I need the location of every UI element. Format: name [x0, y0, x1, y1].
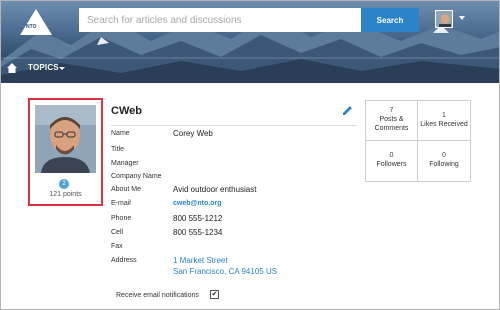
stat-label: Likes Received — [420, 120, 468, 128]
divider — [111, 125, 357, 126]
field-label-phone: Phone — [111, 215, 132, 222]
stat-count: 1 — [442, 111, 446, 119]
stats-grid: 7 Posts & Comments 1 Likes Received 0 Fo… — [365, 100, 471, 182]
address-line-1-link[interactable]: 1 Market Street — [173, 256, 228, 265]
address-line-2-link[interactable]: San Francisco, CA 94105 US — [173, 267, 277, 276]
profile-photo-image — [35, 105, 96, 173]
pencil-icon[interactable] — [342, 106, 352, 116]
field-label-fax: Fax — [111, 243, 123, 250]
nto-logo[interactable] — [19, 8, 53, 36]
field-label-company-name: Company Name — [111, 173, 162, 180]
stat-following[interactable]: 0 Following — [418, 141, 470, 181]
email-notifications-label: Receive email notifications — [116, 292, 199, 299]
logo-text: NTO — [26, 24, 37, 30]
stat-label: Following — [429, 161, 459, 168]
search-input[interactable] — [79, 8, 361, 32]
stat-label: Posts & Comments — [374, 116, 409, 132]
field-label-name: Name — [111, 130, 130, 137]
search-button[interactable]: Search — [361, 8, 419, 32]
user-menu-caret-icon[interactable] — [459, 16, 465, 20]
reputation-badge: 2 — [59, 179, 69, 189]
field-value-name: Corey Web — [173, 129, 213, 138]
field-value-about-me: Avid outdoor enthusiast — [173, 185, 257, 194]
email-notifications-checkbox[interactable]: ✔ — [210, 290, 219, 299]
chevron-down-icon[interactable] — [59, 67, 65, 70]
stat-followers[interactable]: 0 Followers — [366, 141, 418, 181]
stat-label: Followers — [376, 161, 407, 168]
field-label-address: Address — [111, 257, 137, 264]
community-profile-page: NTO Search TOPICS — [0, 0, 500, 310]
field-label-email: E-mail — [111, 200, 131, 207]
profile-photo-card: 2 121 points — [28, 98, 103, 206]
home-icon[interactable] — [7, 63, 17, 73]
field-value-cell: 800 555-1234 — [173, 228, 223, 237]
email-link[interactable]: cweb@nto.org — [173, 200, 221, 207]
avatar-image — [436, 11, 452, 27]
profile-name-heading: CWeb — [111, 105, 142, 117]
stat-count: 7 — [389, 107, 394, 115]
points-label: 121 points — [49, 191, 82, 198]
stat-posts-comments[interactable]: 7 Posts & Comments — [366, 101, 418, 141]
field-label-title: Title — [111, 146, 124, 153]
stat-count: 0 — [442, 152, 446, 160]
field-label-manager: Manager — [111, 160, 139, 167]
stat-count: 0 — [389, 152, 394, 160]
topics-menu[interactable]: TOPICS — [28, 63, 59, 72]
profile-photo[interactable] — [35, 105, 96, 173]
field-value-phone: 800 555-1212 — [173, 214, 223, 223]
field-label-about-me: About Me — [111, 186, 141, 193]
user-avatar[interactable] — [435, 10, 453, 28]
header-banner: NTO Search TOPICS — [1, 1, 499, 83]
stat-likes-received[interactable]: 1 Likes Received — [418, 101, 470, 141]
navigation-bar: TOPICS — [1, 58, 499, 83]
field-label-cell: Cell — [111, 229, 124, 236]
